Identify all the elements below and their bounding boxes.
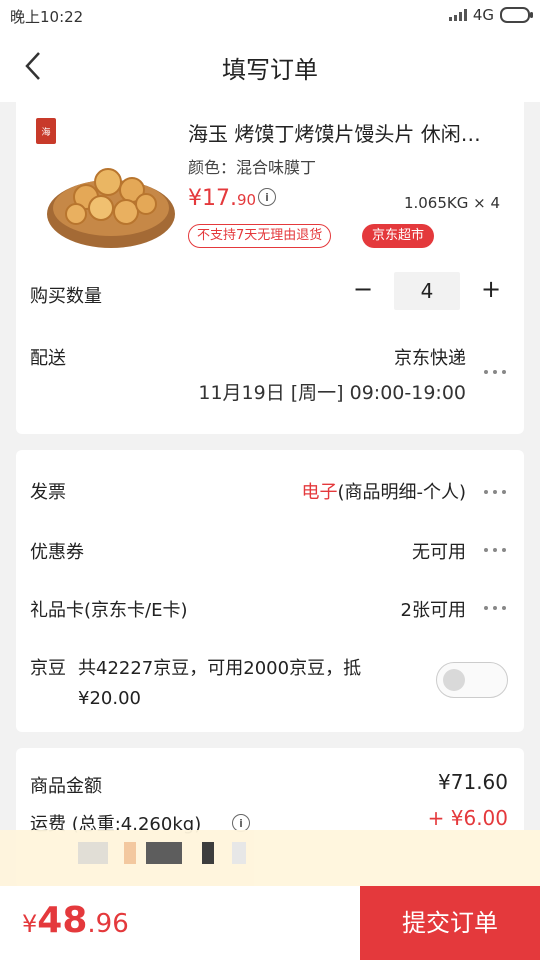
freight-value: + ¥6.00	[427, 806, 508, 830]
product-title[interactable]: 海玉 烤馍丁烤馍片馒头片 休闲…	[188, 118, 508, 147]
product-price: ¥17.90	[188, 186, 256, 211]
quantity-input[interactable]: 4	[394, 272, 460, 310]
coupon-label: 优惠券	[30, 542, 84, 563]
shipping-more-icon[interactable]	[480, 368, 510, 376]
store-logo: 海	[36, 118, 56, 144]
shipping-method[interactable]: 京东快递	[394, 344, 466, 370]
invoice-type: 电子	[301, 482, 338, 503]
goods-amount-value: ¥71.60	[438, 770, 508, 794]
invoice-more-icon[interactable]	[480, 488, 510, 496]
total-decimal: .96	[87, 909, 129, 939]
gift-card-label: 礼品卡(京东卡/E卡)	[30, 600, 188, 621]
total-price: ¥48.96	[22, 900, 129, 941]
product-weight-quantity: 1.065KG × 4	[403, 194, 500, 212]
shipping-time[interactable]: 11月19日 [周一] 09:00-19:00	[198, 378, 466, 405]
price-integer: ¥17.	[188, 186, 237, 211]
jd-beans-label: 京豆	[30, 658, 66, 679]
quantity-increase-button[interactable]: +	[476, 274, 506, 304]
product-image[interactable]	[46, 142, 176, 252]
status-bar: 晚上10:22 4G	[0, 0, 540, 30]
payment-options-card: 发票 电子(商品明细-个人) 优惠券 无可用 礼品卡(京东卡/E卡) 2张可用 …	[16, 450, 524, 732]
product-variant: 颜色：混合味膜丁	[188, 158, 317, 177]
coupon-value[interactable]: 无可用	[412, 538, 466, 564]
jd-beans-toggle[interactable]	[436, 662, 508, 698]
no-return-tag: 不支持7天无理由退货	[188, 224, 332, 248]
promo-banner	[0, 830, 540, 886]
invoice-value[interactable]: 电子(商品明细-个人)	[301, 478, 466, 504]
invoice-label: 发票	[30, 482, 66, 503]
nav-bar: 填写订单	[0, 30, 540, 102]
coupon-more-icon[interactable]	[480, 546, 510, 554]
total-currency: ¥	[22, 910, 38, 938]
submit-order-button[interactable]: 提交订单	[360, 886, 540, 960]
quantity-decrease-button[interactable]: −	[348, 274, 378, 304]
page-title: 填写订单	[222, 56, 318, 84]
bottom-bar: ¥48.96 提交订单	[0, 886, 540, 960]
jd-beans-text: 共42227京豆，可用2000京豆，抵¥20.00	[78, 658, 362, 709]
quantity-label: 购买数量	[30, 286, 102, 307]
gift-card-more-icon[interactable]	[480, 604, 510, 612]
status-time: 晚上10:22	[10, 8, 84, 26]
signal-icon	[448, 9, 467, 21]
invoice-detail: (商品明细-个人)	[337, 482, 466, 503]
order-item-card: 海 海玉 烤馍丁烤馍片馒头片 休闲… 颜色：混合味膜丁 ¥17.90 i 1.0…	[16, 102, 524, 434]
goods-amount-label: 商品金额	[30, 776, 102, 797]
total-integer: 48	[37, 900, 88, 941]
price-info-icon[interactable]: i	[258, 188, 276, 206]
battery-icon	[500, 7, 533, 23]
price-decimal: 90	[236, 191, 257, 209]
shipping-label: 配送	[30, 348, 66, 369]
jd-supermarket-tag: 京东超市	[362, 224, 435, 248]
network-type: 4G	[472, 6, 494, 24]
status-icons: 4G	[448, 6, 533, 24]
gift-card-value[interactable]: 2张可用	[401, 596, 466, 622]
